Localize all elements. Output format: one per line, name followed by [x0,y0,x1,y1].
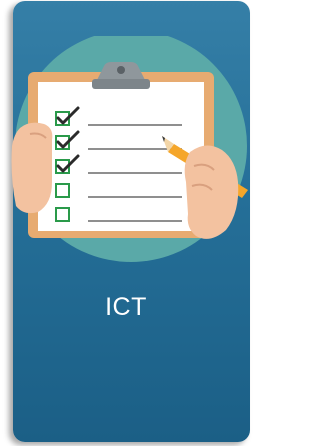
right-hand [184,145,239,239]
clipboard-clip-hole [117,66,125,74]
clipboard-clip-base [92,79,150,89]
left-hand [11,122,53,214]
card-title: ICT [105,293,147,321]
clipboard-checklist-icon [11,36,248,262]
page: ICT [0,0,252,446]
